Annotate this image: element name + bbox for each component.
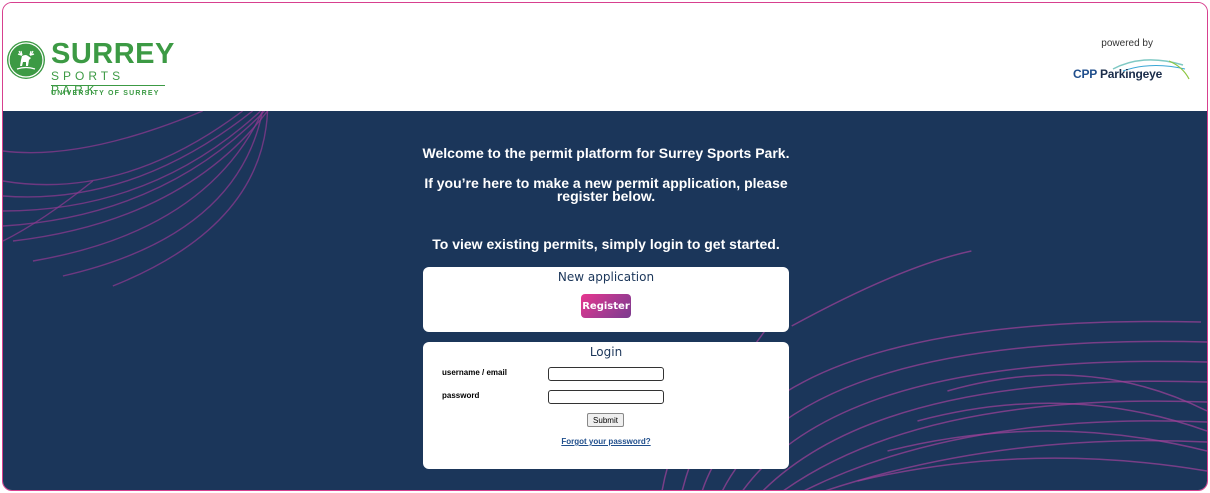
welcome-heading: Welcome to the permit platform for Surre…	[422, 145, 790, 161]
parkingeye-text: Parkingeye	[1100, 67, 1163, 81]
powered-by-text: powered by	[1101, 38, 1153, 49]
brand-main-text: SURREY	[51, 38, 175, 70]
new-application-card: New application Register	[423, 267, 789, 332]
welcome-register-line-2: register below.	[556, 188, 656, 204]
username-input[interactable]	[548, 367, 664, 381]
password-input[interactable]	[548, 390, 664, 404]
cpp-text: CPP	[1073, 67, 1097, 81]
password-label: password	[442, 391, 480, 400]
login-card: Login username / email password Submit F…	[423, 342, 789, 469]
submit-button[interactable]: Submit	[587, 413, 624, 427]
username-label: username / email	[442, 368, 507, 377]
site-header: SURREY SPORTS PARK UNIVERSITY OF SURREY …	[3, 3, 1207, 111]
brand-university-text: UNIVERSITY OF SURREY	[51, 90, 160, 97]
cpp-parkingeye-text: CPP Parkingeye	[1073, 67, 1162, 81]
register-button[interactable]: Register	[581, 294, 631, 318]
forgot-password-link[interactable]: Forgot your password?	[423, 437, 789, 446]
welcome-login-line: To view existing permits, simply login t…	[432, 236, 780, 252]
page-frame: SURREY SPORTS PARK UNIVERSITY OF SURREY …	[2, 2, 1208, 491]
surrey-sports-park-logo[interactable]: SURREY SPORTS PARK UNIVERSITY OF SURREY	[7, 39, 177, 101]
brand-divider	[51, 85, 165, 86]
stag-icon	[7, 41, 45, 79]
new-application-title: New application	[557, 270, 655, 284]
cpp-parkingeye-logo[interactable]: CPP Parkingeye	[1073, 55, 1191, 83]
login-title: Login	[589, 345, 623, 359]
main-panel: Welcome to the permit platform for Surre…	[3, 111, 1207, 490]
